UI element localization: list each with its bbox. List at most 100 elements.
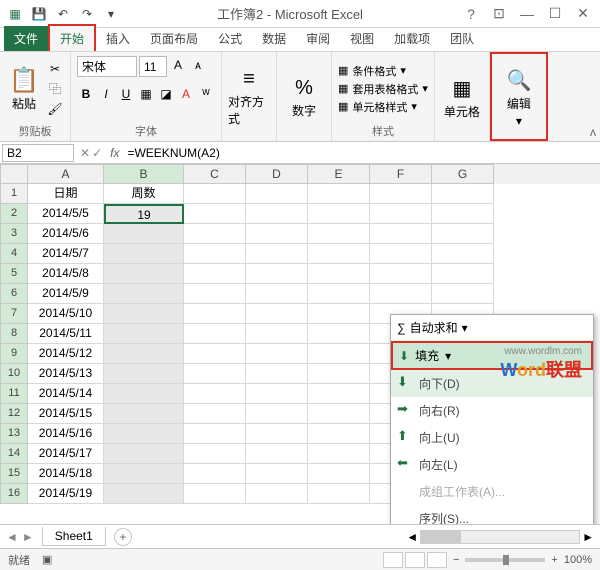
cell[interactable] — [308, 324, 370, 344]
autosum-item[interactable]: ∑自动求和▾ — [391, 315, 593, 341]
tab-page-layout[interactable]: 页面布局 — [140, 26, 208, 51]
fill-item[interactable]: ⬇填充▾ — [391, 341, 593, 370]
cell[interactable] — [184, 444, 246, 464]
cell[interactable] — [184, 324, 246, 344]
increase-font-icon[interactable]: A — [169, 56, 187, 74]
row-header[interactable]: 14 — [0, 444, 28, 464]
cell[interactable] — [308, 344, 370, 364]
cell[interactable] — [370, 284, 432, 304]
cell[interactable] — [246, 404, 308, 424]
bold-button[interactable]: B — [77, 85, 95, 103]
tab-insert[interactable]: 插入 — [96, 26, 140, 51]
cell[interactable]: 2014/5/15 — [28, 404, 104, 424]
cell[interactable]: 2014/5/7 — [28, 244, 104, 264]
cell[interactable] — [104, 444, 184, 464]
zoom-level[interactable]: 100% — [564, 554, 592, 566]
cell[interactable] — [104, 304, 184, 324]
zoom-thumb[interactable] — [503, 555, 509, 565]
cell[interactable] — [104, 464, 184, 484]
horizontal-scrollbar[interactable]: ◄ ► — [140, 530, 594, 544]
cell[interactable]: 2014/5/16 — [28, 424, 104, 444]
formula-input[interactable]: =WEEKNUM(A2) — [123, 145, 600, 161]
fx-icon[interactable]: fx — [106, 146, 123, 160]
edit-button[interactable]: 🔍 编辑 ▾ — [498, 68, 540, 128]
cell[interactable] — [246, 484, 308, 504]
fill-color-icon[interactable]: ◪ — [157, 85, 175, 103]
cell[interactable]: 2014/5/5 — [28, 204, 104, 224]
row-header[interactable]: 10 — [0, 364, 28, 384]
row-header[interactable]: 15 — [0, 464, 28, 484]
col-header-c[interactable]: C — [184, 164, 246, 184]
name-box[interactable]: B2 — [2, 144, 74, 162]
col-header-f[interactable]: F — [370, 164, 432, 184]
cell[interactable] — [104, 404, 184, 424]
decrease-font-icon[interactable]: ᴀ — [189, 56, 207, 74]
fill-series-item[interactable]: 序列(S)... — [391, 505, 593, 524]
macro-record-icon[interactable]: ▣ — [42, 553, 52, 566]
border-icon[interactable]: ▦ — [137, 85, 155, 103]
cell[interactable] — [184, 284, 246, 304]
font-size-select[interactable]: 11 — [139, 56, 167, 77]
sheet-tab-1[interactable]: Sheet1 — [42, 527, 106, 546]
zoom-out-icon[interactable]: − — [453, 554, 459, 566]
cell[interactable]: 周数 — [104, 184, 184, 204]
cell[interactable] — [184, 484, 246, 504]
cancel-formula-icon[interactable]: ✕ — [80, 146, 90, 160]
cell[interactable] — [370, 184, 432, 204]
cell[interactable] — [104, 344, 184, 364]
alignment-button[interactable]: ≡ 对齐方式 — [228, 68, 270, 127]
row-header[interactable]: 6 — [0, 284, 28, 304]
cell[interactable] — [308, 204, 370, 224]
cell[interactable] — [104, 364, 184, 384]
cell[interactable] — [308, 284, 370, 304]
font-color-icon[interactable]: A — [177, 85, 195, 103]
cell[interactable] — [308, 184, 370, 204]
cell[interactable] — [246, 264, 308, 284]
tab-addin[interactable]: 加载项 — [384, 26, 440, 51]
tab-view[interactable]: 视图 — [340, 26, 384, 51]
cell[interactable] — [308, 484, 370, 504]
paste-button[interactable]: 📋 粘贴 — [6, 66, 42, 112]
collapse-ribbon-icon[interactable]: ʌ — [590, 125, 596, 139]
cell[interactable] — [184, 204, 246, 224]
normal-view-button[interactable] — [383, 552, 403, 568]
cell[interactable] — [370, 244, 432, 264]
cell[interactable] — [184, 364, 246, 384]
cell[interactable] — [104, 224, 184, 244]
cell[interactable] — [432, 204, 494, 224]
cell[interactable] — [308, 264, 370, 284]
col-header-a[interactable]: A — [28, 164, 104, 184]
cell[interactable] — [246, 304, 308, 324]
cell[interactable] — [246, 204, 308, 224]
cell[interactable] — [104, 284, 184, 304]
cell[interactable] — [246, 464, 308, 484]
cell[interactable] — [246, 384, 308, 404]
italic-button[interactable]: I — [97, 85, 115, 103]
minimize-icon[interactable]: — — [514, 3, 540, 25]
table-format-button[interactable]: ▦套用表格格式▾ — [338, 81, 428, 97]
row-header[interactable]: 13 — [0, 424, 28, 444]
cell[interactable] — [184, 304, 246, 324]
ribbon-options-icon[interactable]: ⊡ — [486, 3, 512, 25]
cell[interactable]: 2014/5/18 — [28, 464, 104, 484]
tab-review[interactable]: 审阅 — [296, 26, 340, 51]
tab-data[interactable]: 数据 — [252, 26, 296, 51]
row-header[interactable]: 3 — [0, 224, 28, 244]
cell[interactable] — [370, 224, 432, 244]
row-header[interactable]: 9 — [0, 344, 28, 364]
cell[interactable] — [184, 224, 246, 244]
cell[interactable] — [308, 244, 370, 264]
cell[interactable]: 2014/5/13 — [28, 364, 104, 384]
zoom-slider[interactable] — [465, 558, 545, 562]
cells-button[interactable]: ▦ 单元格 — [441, 76, 483, 120]
underline-button[interactable]: U — [117, 85, 135, 103]
scroll-right-icon[interactable]: ► — [582, 530, 594, 544]
maximize-icon[interactable]: ☐ — [542, 3, 568, 25]
cell[interactable] — [246, 284, 308, 304]
cell[interactable]: 2014/5/9 — [28, 284, 104, 304]
row-header[interactable]: 2 — [0, 204, 28, 224]
cell[interactable]: 19 — [104, 204, 184, 224]
page-layout-view-button[interactable] — [405, 552, 425, 568]
close-icon[interactable]: ✕ — [570, 3, 596, 25]
cell[interactable] — [246, 224, 308, 244]
